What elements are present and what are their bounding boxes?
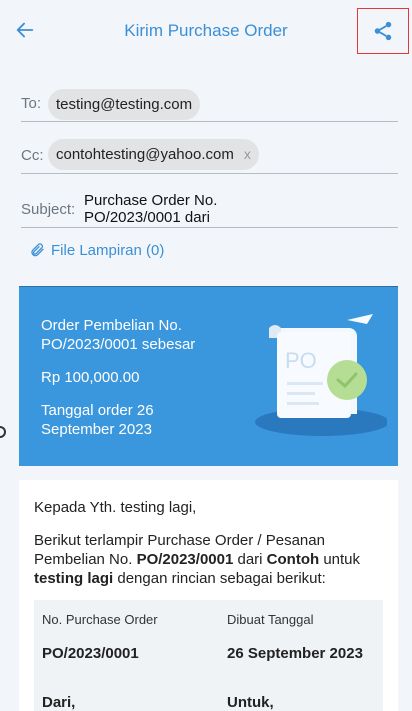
banner-line-2: PO/2023/0001 sebesar <box>41 336 196 353</box>
intro-end: dengan rincian sebagai berikut: <box>113 570 326 587</box>
cc-recipient-email: contohtesting@yahoo.com <box>56 146 234 163</box>
banner-line-1: Order Pembelian No. <box>41 317 182 334</box>
subject-line-2: PO/2023/0001 dari <box>84 209 210 226</box>
cc-field[interactable]: Cc: contohtesting@yahoo.com x <box>21 138 398 174</box>
to-label-table: Untuk, <box>227 694 274 711</box>
created-date-header: Dibuat Tanggal <box>227 612 314 627</box>
subject-line-1: Purchase Order No. <box>84 192 218 209</box>
scroll-edge-indicator <box>0 426 6 438</box>
created-date-value: 26 September 2023 <box>227 645 363 662</box>
intro-mid-2: untuk <box>319 551 361 568</box>
banner-top-border <box>19 286 398 287</box>
attachment-label: File Lampiran (0) <box>51 241 165 259</box>
app-bar: Kirim Purchase Order <box>0 0 412 62</box>
banner-amount: Rp 100,000.00 <box>41 369 140 386</box>
greeting-text: Kepada Yth. testing lagi, <box>34 499 197 516</box>
email-body-card: Kepada Yth. testing lagi, Berikut terlam… <box>19 480 398 711</box>
po-number-value: PO/2023/0001 <box>42 645 139 662</box>
page-title: Kirim Purchase Order <box>124 21 288 40</box>
attachment-link[interactable]: File Lampiran (0) <box>29 241 164 259</box>
banner-date-line-1: Tanggal order 26 <box>41 402 154 419</box>
subject-field[interactable]: Subject: Purchase Order No. PO/2023/0001… <box>21 192 398 228</box>
to-recipient-chip[interactable]: testing@testing.com <box>48 89 201 120</box>
to-label: To: <box>21 95 42 112</box>
subject-label: Subject: <box>21 201 76 218</box>
back-arrow-icon[interactable] <box>14 19 36 41</box>
banner-date: Tanggal order 26 September 2023 <box>41 401 251 439</box>
subject-value[interactable]: Purchase Order No. PO/2023/0001 dari <box>84 192 384 226</box>
share-button[interactable] <box>357 8 409 54</box>
banner-date-line-2: September 2023 <box>41 421 152 438</box>
illustration-po-text: PO <box>285 348 317 373</box>
po-number-header: No. Purchase Order <box>42 612 158 627</box>
intro-mid-1: dari <box>233 551 267 568</box>
purchase-order-illustration: PO <box>255 314 387 436</box>
cc-label: Cc: <box>21 147 44 164</box>
po-details-table: No. Purchase Order Dibuat Tanggal PO/202… <box>34 600 383 711</box>
intro-company: Contoh <box>266 551 320 568</box>
intro-paragraph: Berikut terlampir Purchase Order / Pesan… <box>34 531 384 588</box>
to-field[interactable]: To: testing@testing.com <box>21 86 398 122</box>
cc-recipient-chip[interactable]: contohtesting@yahoo.com x <box>48 139 259 170</box>
banner-order-text: Order Pembelian No. PO/2023/0001 sebesar <box>41 316 251 354</box>
to-recipient-email: testing@testing.com <box>56 96 193 113</box>
paperclip-icon <box>31 243 44 257</box>
intro-po-number: PO/2023/0001 <box>136 551 234 568</box>
share-icon <box>374 21 392 41</box>
order-summary-banner: Order Pembelian No. PO/2023/0001 sebesar… <box>19 286 398 466</box>
from-label: Dari, <box>42 694 76 711</box>
intro-recipient: testing lagi <box>34 570 114 587</box>
remove-chip-icon[interactable]: x <box>244 146 251 162</box>
